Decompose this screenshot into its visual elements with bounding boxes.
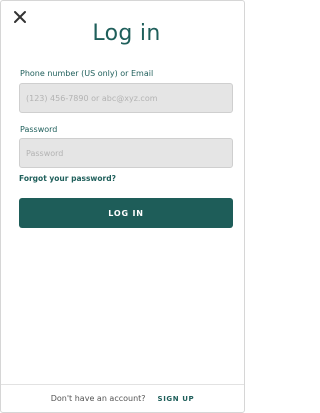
sign-up-link[interactable]: SIGN UP <box>158 395 195 403</box>
forgot-password-link[interactable]: Forgot your password? <box>19 174 116 183</box>
password-label: Password <box>20 125 58 134</box>
footer-divider <box>1 384 244 385</box>
phone-email-input[interactable] <box>19 83 233 113</box>
log-in-button[interactable]: LOG IN <box>19 198 233 228</box>
signup-prompt: Don't have an account? SIGN UP <box>1 394 244 403</box>
password-input[interactable] <box>19 138 233 168</box>
no-account-text: Don't have an account? <box>50 394 146 403</box>
login-screen: Log in Phone number (US only) or Email P… <box>0 0 245 413</box>
page-title: Log in <box>92 21 161 46</box>
phone-email-label: Phone number (US only) or Email <box>20 69 154 78</box>
